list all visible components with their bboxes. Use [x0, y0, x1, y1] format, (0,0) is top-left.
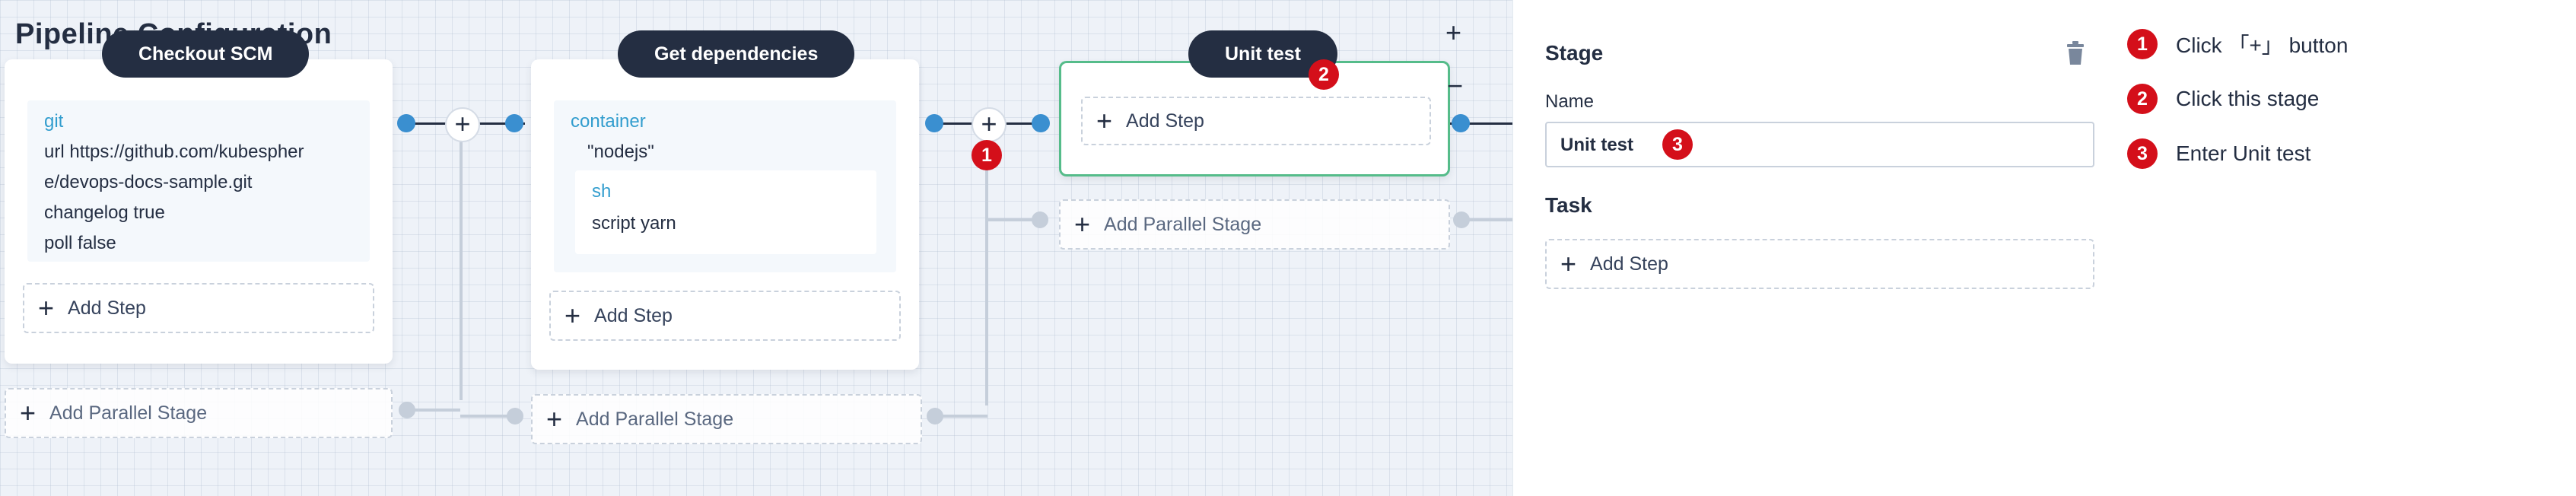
annotation-badge-1: 1 [972, 140, 1002, 170]
parallel-dot [507, 408, 523, 424]
step-param: script yarn [592, 213, 676, 234]
plus-icon: + [1096, 105, 1113, 136]
step-type-label: git [44, 111, 64, 132]
step-git[interactable]: git url https://github.com/kubespher e/d… [27, 100, 370, 262]
add-step-button[interactable]: + Add Step [549, 291, 901, 341]
stage-card-get-dependencies[interactable]: container "nodejs" sh script yarn + Add … [531, 59, 919, 370]
instruction-text: Enter Unit test [2176, 141, 2311, 165]
add-step-label: Add Step [1590, 253, 1668, 275]
add-stage-button[interactable]: + [972, 107, 1007, 142]
plus-icon: + [20, 397, 37, 428]
add-parallel-stage-label: Add Parallel Stage [576, 408, 734, 430]
add-step-button[interactable]: + Add Step [1545, 239, 2094, 289]
add-parallel-stage-button[interactable]: + Add Parallel Stage [5, 388, 393, 438]
add-step-button[interactable]: + Add Step [1081, 97, 1431, 145]
parallel-dot [1453, 211, 1470, 228]
instruction-text: Click 「+」 button [2176, 33, 2349, 57]
step-param: url https://github.com/kubespher [44, 141, 304, 162]
name-label: Name [1545, 91, 1595, 112]
add-parallel-stage-button[interactable]: + Add Parallel Stage [1059, 199, 1450, 250]
add-stage-button[interactable]: + [445, 107, 480, 142]
parallel-line [985, 139, 988, 405]
zoom-out-icon[interactable]: − [1447, 70, 1463, 102]
pipeline-canvas: Pipeline Configuration + + git url https… [0, 0, 1512, 496]
annotation-badge-2: 2 [1309, 59, 1339, 90]
add-step-label: Add Step [68, 297, 146, 319]
parallel-dot [927, 408, 943, 424]
zoom-in-icon[interactable]: + [1445, 17, 1461, 49]
instruction-badge: 2 [2127, 84, 2158, 114]
parallel-line [460, 139, 463, 400]
name-input[interactable] [1559, 123, 2018, 167]
add-parallel-stage-label: Add Parallel Stage [1104, 213, 1262, 235]
parallel-dot [1032, 211, 1048, 228]
plus-icon: + [38, 292, 55, 323]
step-type-label: container [571, 111, 646, 132]
panel-title: Stage [1545, 41, 1604, 65]
instruction-text: Click this stage [2176, 87, 2320, 110]
instruction-step-1: 1 Click 「+」 button [2127, 29, 2348, 59]
add-step-label: Add Step [1126, 110, 1204, 132]
stage-title-checkout-scm[interactable]: Checkout SCM [102, 30, 310, 78]
stage-settings-panel: Stage Name 3 Task + Add Step [1512, 0, 2120, 496]
parallel-line [988, 218, 1034, 221]
trash-icon[interactable] [2066, 41, 2085, 65]
stage-card-unit-test[interactable]: + Add Step [1059, 61, 1450, 176]
stage-card-checkout-scm[interactable]: git url https://github.com/kubespher e/d… [5, 59, 393, 364]
name-field[interactable] [1545, 122, 2094, 167]
plus-icon: + [564, 300, 581, 331]
plus-icon: + [1074, 208, 1091, 240]
step-container[interactable]: container "nodejs" sh script yarn [554, 100, 896, 272]
instruction-badge: 1 [2127, 29, 2158, 59]
connector-dot [505, 114, 523, 132]
add-step-button[interactable]: + Add Step [23, 283, 374, 333]
parallel-dot [399, 402, 415, 418]
plus-icon: + [1560, 248, 1577, 279]
connector-dot [1032, 114, 1050, 132]
nested-step-sh[interactable]: sh script yarn [575, 170, 876, 254]
instructions: 1 Click 「+」 button 2 Click this stage 3 … [2127, 0, 2576, 496]
add-parallel-stage-label: Add Parallel Stage [49, 402, 208, 424]
connector-dot [925, 114, 943, 132]
step-param: changelog true [44, 202, 165, 223]
add-step-label: Add Step [594, 304, 673, 326]
plus-icon: + [546, 403, 563, 434]
step-param: poll false [44, 233, 116, 253]
connector-dot [1452, 114, 1470, 132]
instruction-step-3: 3 Enter Unit test [2127, 138, 2310, 169]
task-title: Task [1545, 193, 1592, 217]
connector-dot [397, 114, 415, 132]
step-param: e/devops-docs-sample.git [44, 172, 253, 192]
step-param: "nodejs" [587, 141, 654, 162]
annotation-badge-3: 3 [1662, 129, 1693, 160]
add-parallel-stage-button[interactable]: + Add Parallel Stage [531, 394, 922, 444]
instruction-step-2: 2 Click this stage [2127, 84, 2319, 114]
stage-title-get-dependencies[interactable]: Get dependencies [618, 30, 855, 78]
step-type-label: sh [592, 181, 612, 202]
instruction-badge: 3 [2127, 138, 2158, 169]
